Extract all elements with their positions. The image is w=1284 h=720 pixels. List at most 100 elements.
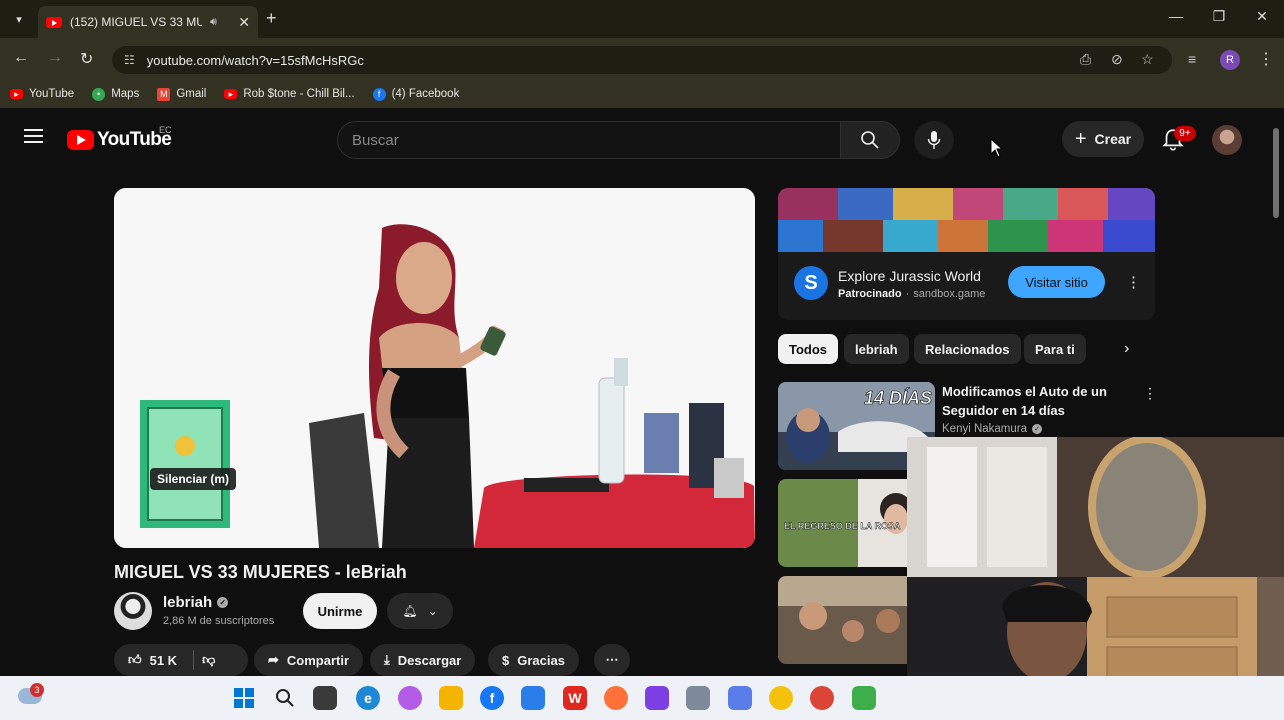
close-tab-icon[interactable]: ✕ [238, 14, 250, 31]
install-app-icon[interactable]: ⎙ [1080, 51, 1091, 68]
recommendation-more-icon[interactable]: ⋮ [1143, 385, 1157, 402]
search-button[interactable] [840, 121, 900, 159]
bookmark-maps[interactable]: • Maps [92, 87, 140, 101]
site-info-icon[interactable]: ☷ [124, 53, 135, 67]
video-player[interactable] [114, 188, 755, 548]
app-icon[interactable] [728, 686, 752, 710]
chip-all[interactable]: Todos [778, 334, 839, 364]
edge-icon[interactable]: e [356, 686, 380, 710]
bookmark-label: Rob $tone - Chill Bil... [243, 88, 355, 100]
thanks-button[interactable]: $ Gracias [488, 644, 579, 676]
task-view-icon[interactable] [313, 686, 337, 710]
mute-tooltip: Silenciar (m) [150, 468, 237, 490]
chip-lebriah[interactable]: lebriah [844, 334, 909, 364]
chip-related[interactable]: Relacionados [914, 334, 1021, 364]
search-icon[interactable] [273, 686, 297, 710]
recommendation-title[interactable]: Modificamos el Auto de un Seguidor en 14… [942, 382, 1132, 420]
youtube-logo[interactable]: YouTube [67, 129, 172, 151]
recommendation-channel-text: Kenyi Nakamura [942, 423, 1028, 435]
youtube-favicon-icon [46, 16, 62, 28]
bookmark-facebook[interactable]: f (4) Facebook [372, 87, 459, 101]
search-icon [861, 131, 879, 149]
ad-banner-image[interactable] [778, 188, 1155, 252]
mouse-cursor-icon [990, 138, 1004, 158]
ad-more-icon[interactable]: ⋮ [1126, 273, 1141, 291]
bookmark-youtube[interactable]: ▸ YouTube [10, 88, 74, 100]
bookmark-gmail[interactable]: M Gmail [157, 87, 207, 101]
voice-search-button[interactable] [914, 121, 954, 159]
tab-search-button[interactable]: ▾ [8, 8, 30, 30]
camera-icon[interactable] [686, 686, 710, 710]
create-button[interactable]: + Crear [1062, 121, 1144, 157]
user-avatar[interactable] [1212, 125, 1242, 155]
facebook-icon[interactable]: f [480, 686, 504, 710]
ad-title[interactable]: Explore Jurassic World [838, 268, 981, 284]
menu-hamburger-icon[interactable] [24, 129, 43, 143]
bookmark-rob-stone[interactable]: ▸ Rob $tone - Chill Bil... [224, 88, 355, 100]
chevron-right-icon[interactable]: › [1124, 340, 1129, 358]
visit-site-button[interactable]: Visitar sitio [1008, 266, 1105, 298]
more-actions-button[interactable]: ⋯ [594, 644, 630, 676]
forward-arrow-icon[interactable]: → [47, 49, 63, 67]
channel-avatar[interactable] [114, 592, 152, 630]
recommendation-channel[interactable]: Kenyi Nakamura ✓ [942, 423, 1043, 435]
ad-sponsored-label: Patrocinado [838, 288, 902, 300]
tab-title: (152) MIGUEL VS 33 MUJERES [70, 15, 202, 29]
back-arrow-icon[interactable]: ← [13, 49, 29, 67]
chip-for-you[interactable]: Para ti [1024, 334, 1086, 364]
chevron-down-icon: ⌄ [427, 604, 438, 618]
restore-icon[interactable]: ❐ [1209, 8, 1229, 25]
firefox-icon[interactable] [604, 686, 628, 710]
download-icon: ⤓ [384, 652, 390, 667]
minimize-icon[interactable]: — [1166, 8, 1186, 24]
file-explorer-icon[interactable] [439, 686, 463, 710]
ad-meta: Patrocinado · sandbox.game [838, 288, 985, 300]
notifications-dropdown-button[interactable]: 🔔︎ ⌄ [387, 593, 453, 629]
channel-name[interactable]: lebriah ✓ [163, 594, 229, 611]
windows-start-icon[interactable] [232, 686, 256, 710]
verified-check-icon: ✓ [217, 597, 229, 608]
youtube-icon: ▸ [10, 89, 23, 99]
verified-check-icon: ✓ [1032, 424, 1043, 434]
new-tab-button[interactable]: + [266, 8, 277, 29]
bookmark-label: Gmail [176, 88, 207, 100]
more-horizontal-icon: ⋯ [605, 652, 619, 667]
youtube-icon: ▸ [224, 89, 238, 99]
like-count: 51 K [149, 652, 178, 668]
wps-office-icon[interactable]: W [563, 686, 587, 710]
profile-avatar[interactable]: R [1220, 50, 1240, 70]
eye-slash-icon[interactable]: ⊘ [1111, 51, 1123, 68]
speaker-icon[interactable]: 🔊︎ [210, 16, 217, 29]
browser-tab-strip: ▾ (152) MIGUEL VS 33 MUJERES 🔊︎ ✕ + — ❐ … [0, 0, 1284, 38]
download-button[interactable]: ⤓ Descargar [370, 644, 476, 676]
download-label: Descargar [397, 652, 462, 668]
chrome-icon[interactable] [769, 686, 793, 710]
scrollbar-thumb[interactable] [1273, 128, 1279, 218]
search-input[interactable]: Buscar [337, 121, 841, 159]
windows-taskbar [0, 676, 1284, 720]
browser-menu-icon[interactable]: ⋮ [1258, 49, 1274, 69]
join-button[interactable]: Unirme [303, 593, 377, 629]
app-icon[interactable] [852, 686, 876, 710]
visual-studio-icon[interactable] [645, 686, 669, 710]
plus-icon: + [1074, 127, 1087, 150]
star-bookmark-icon[interactable]: ☆ [1141, 51, 1154, 68]
close-window-icon[interactable]: ✕ [1252, 8, 1272, 25]
copilot-icon[interactable] [398, 686, 422, 710]
address-bar[interactable]: ☷ youtube.com/watch?v=15sfMcHsRGc [112, 46, 1172, 74]
divider [193, 650, 195, 670]
reload-icon[interactable]: ↻ [80, 49, 93, 69]
super-thanks-icon: $ [502, 652, 510, 668]
thumbs-down-icon[interactable]: 👎︎ [202, 652, 215, 668]
bookmark-label: Maps [111, 88, 140, 100]
reading-list-icon[interactable]: ≡ [1188, 51, 1196, 67]
share-button[interactable]: ➦ Compartir [254, 644, 364, 676]
store-icon[interactable] [521, 686, 545, 710]
browser-tab-active[interactable]: (152) MIGUEL VS 33 MUJERES 🔊︎ ✕ [38, 6, 258, 38]
thumbs-up-icon: 👍︎ [128, 652, 142, 667]
like-button[interactable]: 👍︎ 51 K 👎︎ [114, 644, 248, 676]
bell-icon: 🔔︎ [402, 604, 418, 618]
share-arrow-icon: ➦ [268, 652, 279, 667]
url-text[interactable]: youtube.com/watch?v=15sfMcHsRGc [147, 53, 364, 68]
chrome-profile-icon[interactable] [810, 686, 834, 710]
